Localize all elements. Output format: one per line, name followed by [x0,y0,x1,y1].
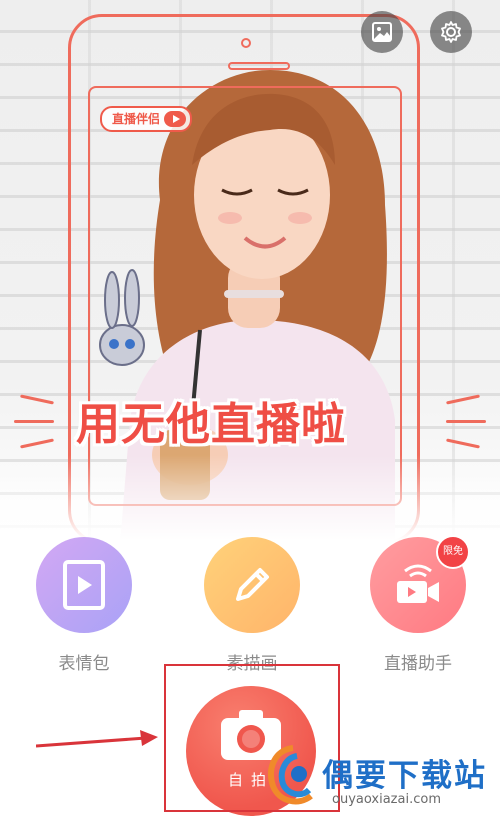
feature-label: 直播助手 [384,654,452,674]
gear-icon [441,21,461,43]
watermark-title: 偶要下载站 [322,758,487,794]
slogan-dash-left-2 [14,420,54,423]
live-camera-icon [397,564,439,603]
pointer-arrow [36,730,158,748]
settings-button[interactable] [430,11,472,53]
feature-emoji-pack[interactable]: 表情包 [34,537,134,674]
image-icon [372,22,392,42]
play-icon [164,111,187,127]
feature-live-assistant[interactable]: 限免 直播助手 [368,535,470,674]
emoji-pack-disc [36,537,132,633]
play-frame-icon [63,560,105,610]
feature-sketch[interactable]: 素描画 [202,537,302,674]
sketch-disc [204,537,300,633]
pencil-icon [236,568,269,601]
free-badge: 限免 [436,535,470,569]
feature-label: 表情包 [58,654,110,674]
live-companion-badge: 直播伴侣 [100,106,193,132]
watermark-url: ouyaoxiazai.com [332,792,441,807]
hero-banner: 直播伴侣 用无他直播啦 [0,0,500,545]
watermark-logo-icon [268,745,313,805]
phone-speaker-doodle [228,62,290,70]
hero-slogan: 用无他直播啦 [76,399,346,450]
live-assistant-disc: 限免 [370,535,470,633]
phone-camera-doodle [241,38,251,48]
gallery-button[interactable] [361,11,403,53]
